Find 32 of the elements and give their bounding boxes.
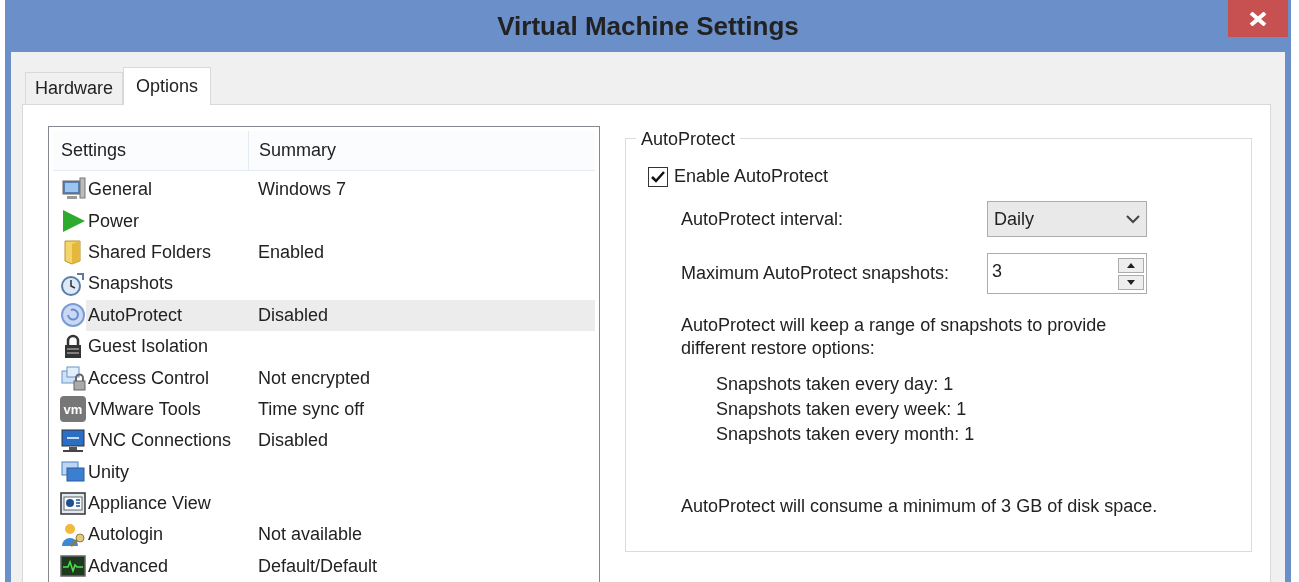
user-key-icon [60,522,86,548]
settings-row[interactable]: AutoProtect Disabled [86,299,595,331]
schedule-text: Snapshots taken every day: 1 [716,373,955,396]
column-header[interactable]: Summary [249,131,595,170]
window-title: Virtual Machine Settings [497,9,799,43]
tab[interactable]: Hardware [25,72,124,104]
chevron-down-icon [1126,214,1140,224]
windows-padlock-icon [60,365,86,392]
column-header[interactable]: Settings [53,131,249,170]
pulse-monitor-icon [60,553,86,580]
max-snapshots-label: Maximum AutoProtect snapshots: [681,262,951,285]
interval-label: AutoProtect interval: [681,207,845,231]
checkbox-label[interactable]: Enable AutoProtect [674,163,829,190]
disk-space-note: AutoProtect will consume a minimum of 3 GB of disk space. [680,495,1159,518]
clock-icon [60,270,86,297]
description-text: AutoProtect will keep a range of snapshots to provide different restore options: [680,314,1108,360]
triangle-down-icon [1127,280,1135,285]
checkbox[interactable] [648,166,668,187]
triangle-up-icon [1127,263,1135,268]
checkmark-icon [651,170,665,183]
monitor-icon [60,427,86,454]
vm-badge-icon: vm [60,396,86,423]
interval-dropdown[interactable]: Daily [987,201,1147,237]
schedule-text: Snapshots taken every month: 1 [716,423,976,446]
appliance-window-icon [60,490,86,517]
spin-down-button[interactable] [1118,275,1144,290]
close-icon [1249,11,1267,26]
tab[interactable]: Options [123,67,212,105]
snapshots-spinner[interactable]: 3 [987,253,1147,294]
close-button[interactable] [1228,0,1288,37]
spin-up-button[interactable] [1118,258,1144,273]
schedule-text: Snapshots taken every week: 1 [716,398,968,421]
